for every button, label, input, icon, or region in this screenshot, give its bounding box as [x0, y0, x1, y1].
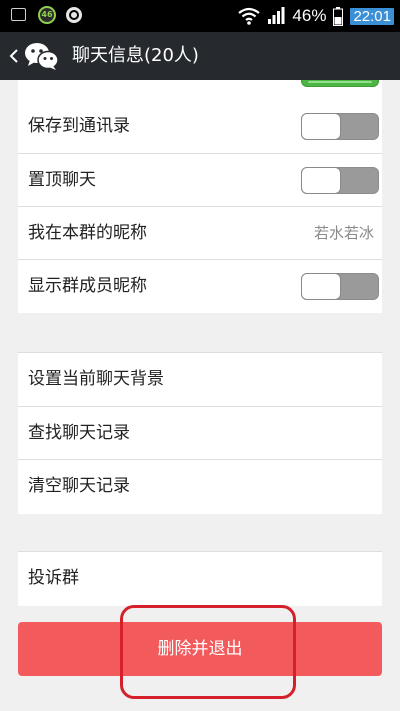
- list-item-pin-chat[interactable]: 置顶聊天: [18, 154, 382, 207]
- wifi-icon: [238, 7, 261, 25]
- row-label: 置顶聊天: [28, 170, 96, 190]
- row-label: 我在本群的昵称: [28, 223, 147, 243]
- row-label: 设置当前聊天背景: [28, 369, 164, 389]
- list-item-search-chat-history[interactable]: 查找聊天记录: [18, 407, 382, 460]
- battery-icon: [333, 6, 344, 26]
- delete-and-exit-button[interactable]: 删除并退出: [18, 622, 382, 676]
- list-item-clear-chat-history[interactable]: 清空聊天记录: [18, 460, 382, 513]
- row-label: 查找聊天记录: [28, 423, 130, 443]
- settings-group-chat: 保存到通讯录 置顶聊天 我在本群的昵称 若水若冰 显示群成员昵称: [18, 80, 382, 313]
- save-to-contacts-toggle[interactable]: [301, 113, 379, 140]
- row-label: 保存到通讯录: [28, 116, 130, 136]
- list-item-set-chat-background[interactable]: 设置当前聊天背景: [18, 353, 382, 406]
- list-item-my-group-nickname[interactable]: 我在本群的昵称 若水若冰: [18, 207, 382, 260]
- toggle-knob: [301, 273, 341, 300]
- back-button[interactable]: [4, 40, 66, 72]
- list-item-save-to-contacts[interactable]: 保存到通讯录: [18, 100, 382, 153]
- battery-percent: 46%: [292, 6, 327, 25]
- app-badge-icon: 46: [38, 6, 56, 24]
- sync-ring-icon: [66, 7, 82, 23]
- signal-icon: [268, 7, 285, 24]
- chat-info-content[interactable]: 保存到通讯录 置顶聊天 我在本群的昵称 若水若冰 显示群成员昵称 设置当前聊天背…: [0, 80, 400, 711]
- clock: 22:01: [350, 7, 394, 25]
- pin-chat-toggle[interactable]: [301, 167, 379, 194]
- toggle-knob: [301, 113, 341, 140]
- show-nicknames-toggle[interactable]: [301, 273, 379, 300]
- nickname-value: 若水若冰: [313, 224, 374, 242]
- wechat-logo-icon: [25, 43, 59, 70]
- row-label: 显示群成员昵称: [28, 276, 147, 296]
- status-indicators: 46% 22:01: [238, 0, 394, 32]
- toggle-switch-on[interactable]: [301, 80, 379, 87]
- settings-group-history: 设置当前聊天背景 查找聊天记录 清空聊天记录: [18, 352, 382, 514]
- settings-group-report: 投诉群: [18, 551, 382, 606]
- toggle-knob: [301, 167, 341, 194]
- gallery-icon: [11, 8, 26, 21]
- back-icon: [9, 49, 18, 63]
- page-title: 聊天信息(20人): [72, 45, 199, 66]
- status-bar: 46 46% 22:01: [0, 0, 400, 32]
- row-label: 投诉群: [28, 568, 79, 588]
- list-item-report-group[interactable]: 投诉群: [18, 552, 382, 605]
- row-label: 清空聊天记录: [28, 476, 130, 496]
- title-bar: 聊天信息(20人): [0, 32, 400, 80]
- list-item-show-member-nicknames[interactable]: 显示群成员昵称: [18, 260, 382, 313]
